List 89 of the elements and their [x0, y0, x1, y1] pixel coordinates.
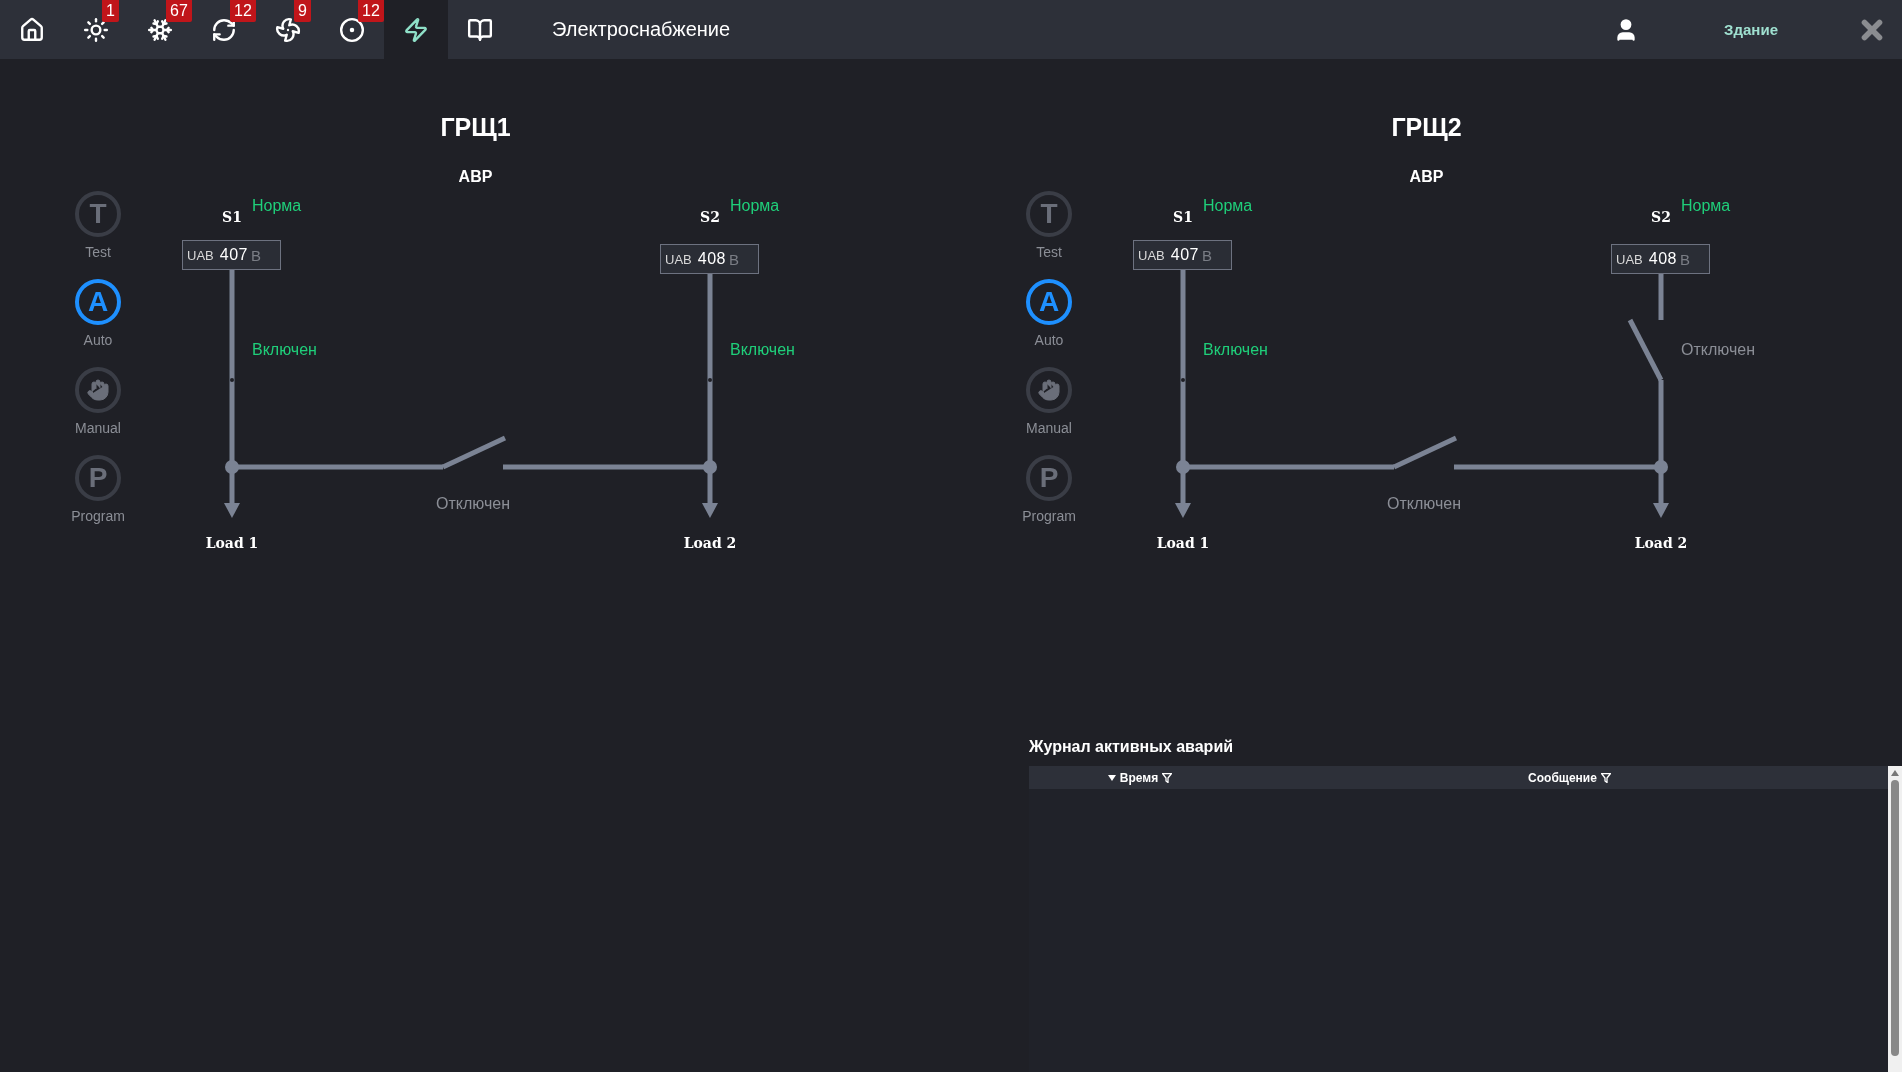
load-label: Load 1	[1156, 535, 1210, 551]
load-label: Load 1	[205, 535, 259, 551]
meter-value: 408	[697, 250, 726, 268]
source-status: Норма	[1203, 197, 1253, 215]
panel-title: ГРЩ1	[440, 112, 511, 142]
hand-icon	[1037, 378, 1061, 402]
meter-value: 408	[1648, 250, 1677, 268]
bus-node	[1176, 460, 1190, 474]
journal-title: Журнал активных аварий	[1029, 737, 1235, 757]
load-label: Load 2	[683, 535, 737, 551]
count-badge: 12	[230, 0, 256, 22]
source-status: Норма	[1681, 197, 1731, 215]
mode-label: Auto	[1034, 332, 1064, 348]
mode-label: Test	[1036, 244, 1062, 260]
mode-button[interactable]: P	[1026, 455, 1072, 501]
lightning-icon	[403, 16, 429, 43]
sun-icon	[83, 16, 109, 43]
column-header[interactable]: Сообщение	[1251, 766, 1888, 789]
nav-button[interactable]: 12	[192, 0, 256, 59]
meter-unit: В	[250, 246, 261, 264]
meter-value: 407	[1170, 246, 1199, 264]
mode-button[interactable]	[1026, 367, 1072, 413]
column-label: Сообщение	[1528, 770, 1597, 785]
breaker-status: Отключен	[1681, 341, 1755, 359]
filter-icon	[1600, 772, 1611, 783]
nav-button[interactable]	[384, 0, 448, 59]
count-badge: 1	[102, 0, 119, 22]
breaker-status: Включен	[1203, 341, 1268, 359]
meter-name: UAB	[187, 247, 214, 263]
book-icon	[467, 16, 493, 43]
meter-name: UAB	[1138, 247, 1165, 263]
source-label: S2	[700, 209, 720, 225]
source-label: S1	[1173, 209, 1193, 225]
meter-value: 407	[219, 246, 248, 264]
mode-button[interactable]	[75, 367, 121, 413]
count-badge: 67	[166, 0, 192, 22]
sort-icon	[1107, 774, 1116, 781]
column-header[interactable]: Время	[1029, 766, 1251, 789]
tie-status: Отключен	[436, 495, 510, 513]
meter-name: UAB	[665, 251, 692, 267]
mode-button[interactable]: T	[75, 191, 121, 237]
snowflake-icon	[147, 16, 173, 43]
nav-button[interactable]: 12	[320, 0, 384, 59]
panel-subtitle: АВР	[1409, 167, 1444, 187]
source-status: Норма	[730, 197, 780, 215]
tie-status: Отключен	[1387, 495, 1461, 513]
bus-node	[1654, 460, 1668, 474]
mode-button[interactable]: T	[1026, 191, 1072, 237]
nav-button[interactable]: 1	[64, 0, 128, 59]
bus-node	[703, 460, 717, 474]
mode-label: Manual	[1026, 420, 1072, 436]
mode-button[interactable]: A	[75, 279, 121, 325]
page-title: Электроснабжение	[552, 18, 732, 41]
count-badge: 12	[358, 0, 384, 22]
refresh-icon	[211, 16, 237, 43]
mode-label: Manual	[75, 420, 121, 436]
scroll-up-icon	[1891, 770, 1899, 776]
panel-subtitle: АВР	[458, 167, 493, 187]
mode-button[interactable]: P	[75, 455, 121, 501]
meter-unit: В	[728, 250, 739, 268]
scrollbar[interactable]	[1888, 766, 1902, 1072]
source-status: Норма	[252, 197, 302, 215]
panel-title: ГРЩ2	[1391, 112, 1462, 142]
building-button[interactable]: Здание	[1720, 0, 1782, 59]
count-badge: 9	[294, 0, 311, 22]
record-icon	[339, 16, 365, 43]
mode-label: Program	[1022, 508, 1076, 524]
mode-label: Auto	[83, 332, 113, 348]
scroll-thumb[interactable]	[1891, 780, 1899, 1056]
bus-node	[225, 460, 239, 474]
filter-icon	[1162, 772, 1173, 783]
mode-label: Program	[71, 508, 125, 524]
meter-name: UAB	[1616, 251, 1643, 267]
home-icon	[19, 16, 45, 43]
nav-button[interactable]: 9	[256, 0, 320, 59]
mode-button[interactable]: A	[1026, 279, 1072, 325]
column-label: Время	[1119, 770, 1159, 785]
meter-unit: В	[1201, 246, 1212, 264]
nav-button[interactable]: 67	[128, 0, 192, 59]
fan-icon	[275, 16, 301, 43]
meter-unit: В	[1679, 250, 1690, 268]
hand-icon	[86, 378, 110, 402]
source-label: S2	[1651, 209, 1671, 225]
mode-label: Test	[85, 244, 111, 260]
breaker-status: Включен	[730, 341, 795, 359]
feeder-line	[1658, 272, 1664, 320]
source-label: S1	[222, 209, 242, 225]
load-label: Load 2	[1634, 535, 1688, 551]
breaker-status: Включен	[252, 341, 317, 359]
